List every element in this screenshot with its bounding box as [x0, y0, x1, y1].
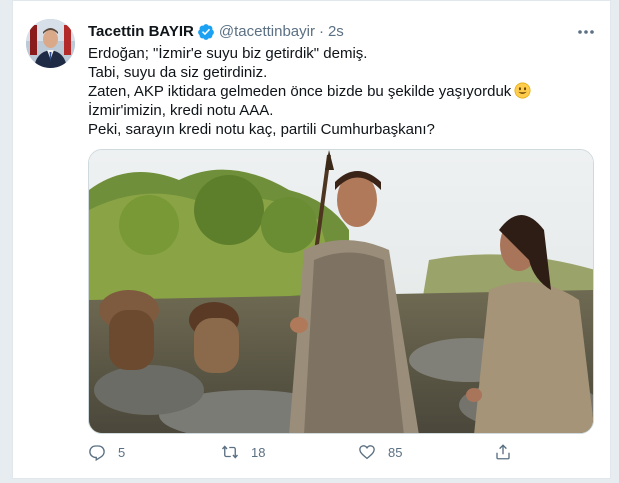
tweet-line: İzmir'imizin, kredi notu AAA. [88, 102, 274, 119]
tweet-line-with-emoji: Zaten, AKP iktidara gelmeden önce bizde … [88, 82, 593, 101]
like-count: 85 [388, 444, 403, 460]
tweet-line: Zaten, AKP iktidara gelmeden önce bizde … [88, 83, 512, 100]
tweet-text: Erdoğan; "İzmir'e suyu biz getirdik" dem… [88, 44, 593, 139]
retweet-button[interactable]: 18 [221, 443, 265, 461]
more-options-icon[interactable] [574, 22, 598, 42]
verified-badge-icon [197, 23, 215, 41]
tweet-photo[interactable] [88, 149, 594, 434]
tweet-line: Erdoğan; "İzmir'e suyu biz getirdik" dem… [88, 45, 368, 62]
retweet-count: 18 [251, 444, 266, 460]
tweet-line: Peki, sarayın kredi notu kaç, partili Cu… [88, 121, 435, 138]
header-separator: · [318, 23, 324, 40]
reply-count: 5 [118, 444, 126, 460]
retweet-icon [221, 445, 239, 459]
tweet-actions: 5 18 85 [88, 443, 593, 465]
photo-image [89, 150, 593, 433]
smiling-face-icon [514, 82, 531, 99]
share-button[interactable] [494, 443, 512, 461]
reply-button[interactable]: 5 [88, 443, 125, 461]
share-icon [496, 444, 510, 460]
tweet-line: Tabi, suyu da siz getirdiniz. [88, 64, 268, 81]
heart-icon [359, 445, 375, 460]
author-name[interactable]: Tacettin BAYIR [88, 22, 194, 42]
like-button[interactable]: 85 [358, 443, 402, 461]
author-handle[interactable]: @tacettinbayir [219, 22, 315, 42]
tweet-timestamp[interactable]: 2s [328, 22, 344, 42]
tweet-header: Tacettin BAYIR @tacettinbayir · 2s [88, 22, 344, 42]
avatar[interactable] [26, 19, 75, 68]
reply-icon [89, 445, 105, 461]
avatar-image [26, 19, 75, 68]
